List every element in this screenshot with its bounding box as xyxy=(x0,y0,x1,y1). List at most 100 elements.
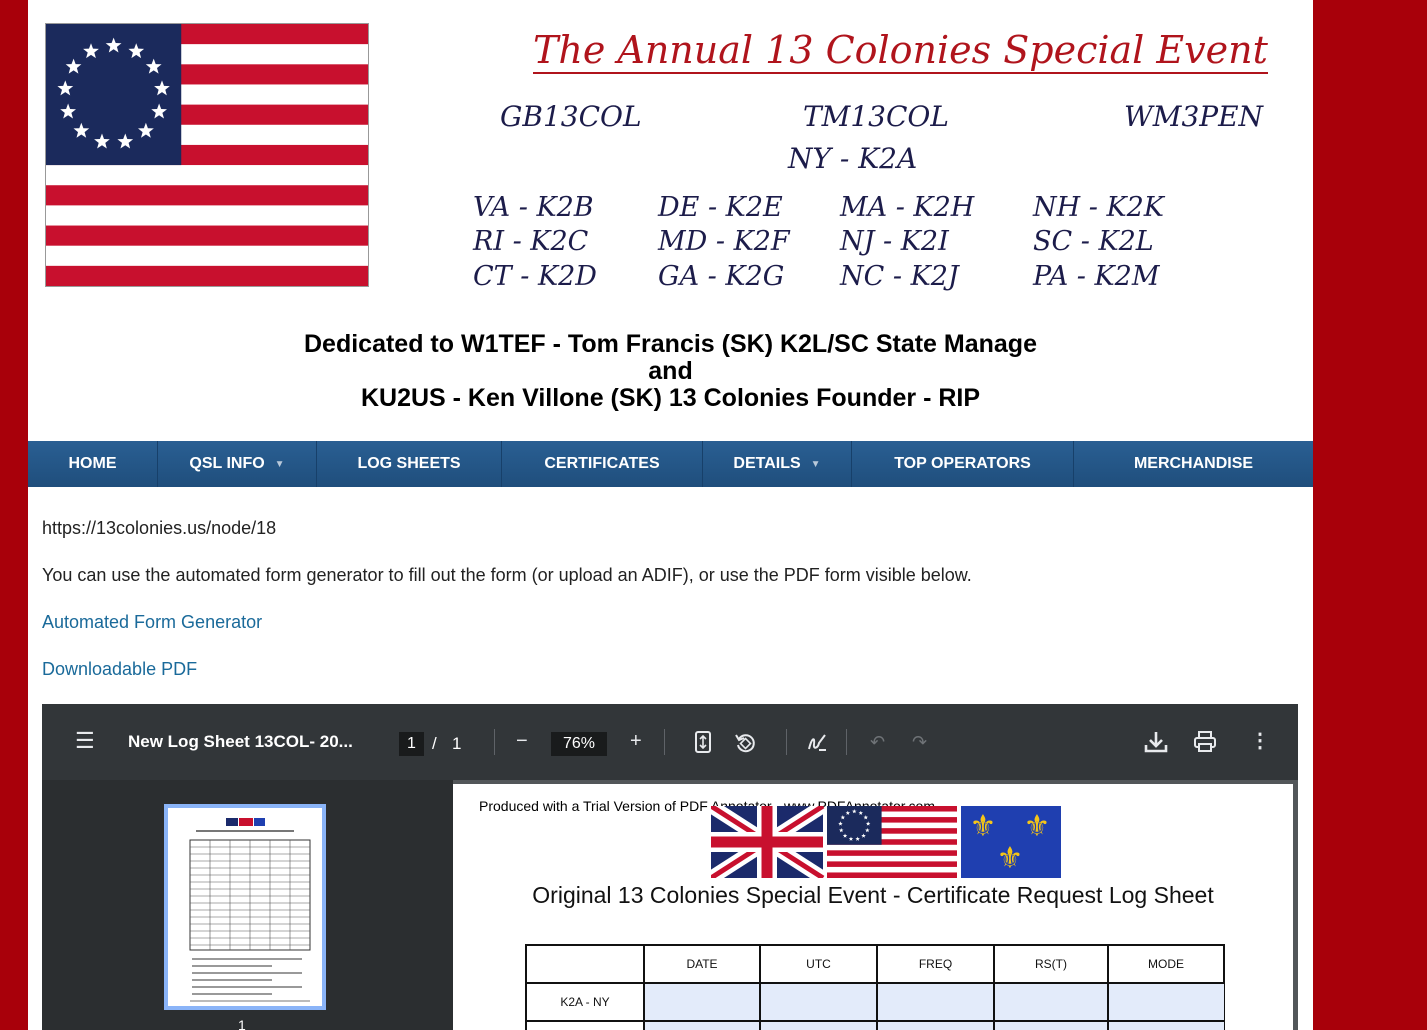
station-cell: K2A - NY xyxy=(525,982,645,1022)
pdf-page: Produced with a Trial Version of PDF Ann… xyxy=(453,784,1293,1030)
pdf-viewer: ☰ New Log Sheet 13COL- 20... 1 / 1 − 76%… xyxy=(42,704,1298,1030)
nav-qsl-info[interactable]: QSL INFO ▼ xyxy=(158,441,317,487)
state-call: GA - K2G xyxy=(658,261,785,292)
column-header: RS(T) xyxy=(993,944,1109,984)
table-header-row: DATE UTC FREQ RS(T) MODE xyxy=(525,944,1225,984)
mode-field[interactable] xyxy=(1107,982,1225,1022)
chevron-down-icon: ▼ xyxy=(810,458,821,470)
betsy-ross-flag-image xyxy=(45,23,369,287)
svg-text:⚜: ⚜ xyxy=(997,841,1024,876)
log-sheet-title: Original 13 Colonies Special Event - Cer… xyxy=(532,882,1214,908)
nav-details[interactable]: DETAILS ▼ xyxy=(703,441,852,487)
state-call: MD - K2F xyxy=(658,226,790,257)
zoom-out-button[interactable]: − xyxy=(516,731,528,751)
fit-page-icon[interactable] xyxy=(694,731,712,758)
page-thumbnail[interactable] xyxy=(164,804,326,1010)
pdf-thumbnail-sidebar: 1 xyxy=(42,780,453,1030)
pdf-file-title: New Log Sheet 13COL- 20... xyxy=(128,732,353,751)
redo-icon[interactable]: ↷ xyxy=(912,732,927,752)
rst-field[interactable] xyxy=(993,1020,1109,1030)
toolbar-divider xyxy=(846,729,847,755)
state-call: NH - K2K xyxy=(1033,192,1164,223)
state-call: MA - K2H xyxy=(840,192,975,223)
state-call: NJ - K2I xyxy=(840,226,949,257)
nav-merchandise[interactable]: MERCHANDISE xyxy=(1074,441,1313,487)
nav-top-operators-label: TOP OPERATORS xyxy=(894,455,1031,472)
chevron-down-icon: ▼ xyxy=(274,458,285,470)
nav-certificates[interactable]: CERTIFICATES xyxy=(502,441,703,487)
pdf-toolbar: ☰ New Log Sheet 13COL- 20... 1 / 1 − 76%… xyxy=(42,704,1298,780)
banner-title: The Annual 13 Colonies Special Event xyxy=(533,28,1268,74)
page-url-text: https://13colonies.us/node/18 xyxy=(42,518,277,538)
print-icon[interactable] xyxy=(1193,731,1217,758)
page-container: The Annual 13 Colonies Special Event GB1… xyxy=(28,0,1313,1030)
thumbnail-page-number: 1 xyxy=(238,1017,246,1030)
utc-field[interactable] xyxy=(759,1020,878,1030)
automated-form-generator-link[interactable]: Automated Form Generator xyxy=(42,612,262,632)
column-header xyxy=(525,944,645,984)
nav-home[interactable]: HOME xyxy=(28,441,158,487)
nav-log-sheets-label: LOG SHEETS xyxy=(357,455,461,472)
page-number-input[interactable]: 1 xyxy=(399,732,424,756)
nav-details-label: DETAILS xyxy=(733,455,801,472)
page-total: 1 xyxy=(452,734,462,753)
rotate-icon[interactable] xyxy=(734,732,756,759)
dedication-text: Dedicated to W1TEF - Tom Francis (SK) K2… xyxy=(28,331,1313,412)
event-banner: The Annual 13 Colonies Special Event GB1… xyxy=(28,0,1313,412)
dedication-line-1: Dedicated to W1TEF - Tom Francis (SK) K2… xyxy=(304,330,1037,358)
bonus-call-gb13col: GB13COL xyxy=(500,100,642,133)
svg-text:⚜: ⚜ xyxy=(970,809,997,844)
state-call: VA - K2B xyxy=(473,192,594,223)
state-call: DE - K2E xyxy=(658,192,783,223)
colonial-flags-image: ⚜ ⚜ ⚜ xyxy=(707,800,1061,884)
nav-qsl-info-label: QSL INFO xyxy=(189,455,265,472)
nav-home-label: HOME xyxy=(68,455,117,472)
dedication-line-3: KU2US - Ken Villone (SK) 13 Colonies Fou… xyxy=(360,384,981,412)
state-call: NC - K2J xyxy=(840,261,959,292)
bonus-call-wm3pen: WM3PEN xyxy=(1124,100,1264,133)
toolbar-divider xyxy=(664,729,665,755)
mode-field[interactable] xyxy=(1107,1020,1225,1030)
date-field[interactable] xyxy=(643,982,761,1022)
column-header: DATE xyxy=(643,944,761,984)
state-call: CT - K2D xyxy=(473,261,597,292)
table-row xyxy=(525,1020,1225,1030)
toolbar-divider xyxy=(494,729,495,755)
state-call: RI - K2C xyxy=(473,226,589,257)
dedication-line-2: and xyxy=(648,357,693,385)
ny-call: NY - K2A xyxy=(788,142,918,175)
log-sheet-table: DATE UTC FREQ RS(T) MODE K2A - NY xyxy=(525,944,1225,1030)
annotate-icon[interactable] xyxy=(806,732,828,759)
freq-field[interactable] xyxy=(876,982,995,1022)
station-cell xyxy=(525,1020,645,1030)
svg-text:⚜: ⚜ xyxy=(1024,809,1051,844)
column-header: FREQ xyxy=(876,944,995,984)
state-call: PA - K2M xyxy=(1033,261,1160,292)
toolbar-divider xyxy=(786,729,787,755)
download-icon[interactable] xyxy=(1143,730,1169,759)
thumbnail-preview xyxy=(168,808,322,1006)
freq-field[interactable] xyxy=(876,1020,995,1030)
pdf-document-area: Produced with a Trial Version of PDF Ann… xyxy=(453,780,1298,1030)
more-icon[interactable]: ⋮ xyxy=(1250,731,1270,751)
nav-merchandise-label: MERCHANDISE xyxy=(1133,455,1254,472)
column-header: MODE xyxy=(1107,944,1225,984)
zoom-in-button[interactable]: + xyxy=(630,731,642,751)
column-header: UTC xyxy=(759,944,878,984)
table-row: K2A - NY xyxy=(525,982,1225,1022)
rst-field[interactable] xyxy=(993,982,1109,1022)
menu-icon[interactable]: ☰ xyxy=(75,730,95,752)
zoom-level-input[interactable]: 76% xyxy=(551,732,608,756)
nav-top-operators[interactable]: TOP OPERATORS xyxy=(852,441,1074,487)
undo-icon[interactable]: ↶ xyxy=(870,732,885,752)
state-call: SC - K2L xyxy=(1033,226,1154,257)
page-separator: / xyxy=(432,734,437,753)
date-field[interactable] xyxy=(643,1020,761,1030)
intro-text: You can use the automated form generator… xyxy=(42,565,972,585)
downloadable-pdf-link[interactable]: Downloadable PDF xyxy=(42,659,197,679)
bonus-call-tm13col: TM13COL xyxy=(803,100,949,133)
utc-field[interactable] xyxy=(759,982,878,1022)
nav-log-sheets[interactable]: LOG SHEETS xyxy=(317,441,502,487)
main-nav: HOME QSL INFO ▼ LOG SHEETS CERTIFICATES … xyxy=(28,441,1313,487)
nav-certificates-label: CERTIFICATES xyxy=(544,455,660,472)
